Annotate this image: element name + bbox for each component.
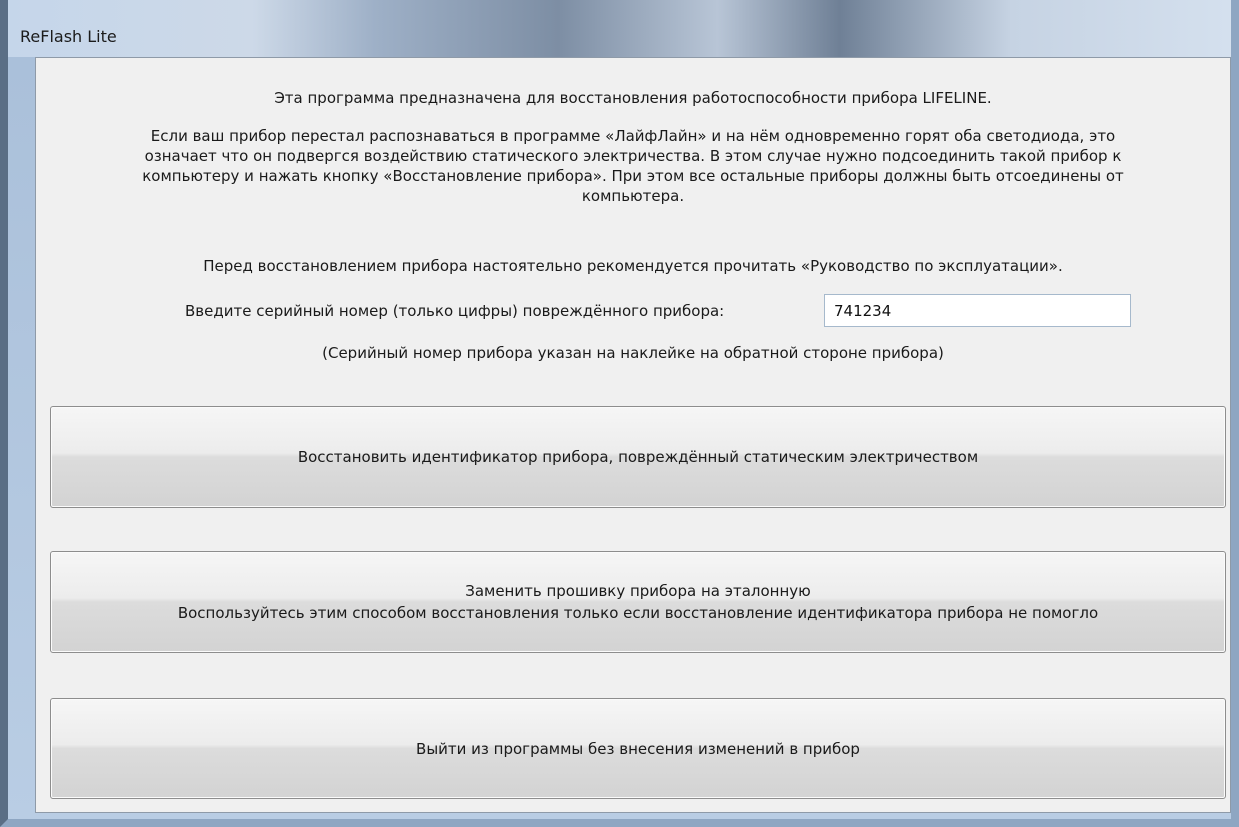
restore-id-button[interactable]: Восстановить идентификатор прибора, повр… bbox=[50, 406, 1226, 508]
serial-number-label: Введите серийный номер (только цифры) по… bbox=[185, 302, 725, 320]
replace-firmware-button-title: Заменить прошивку прибора на эталонную bbox=[465, 582, 811, 600]
description-line: Если ваш прибор перестал распознаваться … bbox=[150, 127, 1116, 145]
replace-firmware-button[interactable]: Заменить прошивку прибора на эталонную В… bbox=[50, 551, 1226, 653]
window-title: ReFlash Lite bbox=[20, 27, 117, 46]
app-window: ReFlash Lite Эта программа предназначена… bbox=[0, 0, 1239, 827]
serial-number-hint: (Серийный номер прибора указан на наклей… bbox=[322, 344, 944, 362]
replace-firmware-button-note: Воспользуйтесь этим способом восстановле… bbox=[177, 604, 1099, 622]
main-panel: Эта программа предназначена для восстано… bbox=[35, 57, 1231, 813]
exit-button-label: Выйти из программы без внесения изменени… bbox=[416, 739, 860, 758]
intro-text: Эта программа предназначена для восстано… bbox=[274, 89, 992, 107]
description-text: Если ваш прибор перестал распознаваться … bbox=[36, 126, 1230, 206]
restore-id-button-label: Восстановить идентификатор прибора, повр… bbox=[297, 448, 979, 466]
description-line: компьютеру и нажать кнопку «Восстановлен… bbox=[142, 167, 1124, 185]
serial-number-input[interactable] bbox=[824, 294, 1131, 327]
title-bar[interactable]: ReFlash Lite bbox=[8, 0, 1231, 57]
description-line: означает что он подвергся воздействию ст… bbox=[144, 147, 1122, 165]
exit-button[interactable]: Выйти из программы без внесения изменени… bbox=[50, 698, 1226, 799]
recommendation-text: Перед восстановлением прибора настоятель… bbox=[203, 257, 1063, 275]
description-line: компьютера. bbox=[581, 187, 685, 205]
